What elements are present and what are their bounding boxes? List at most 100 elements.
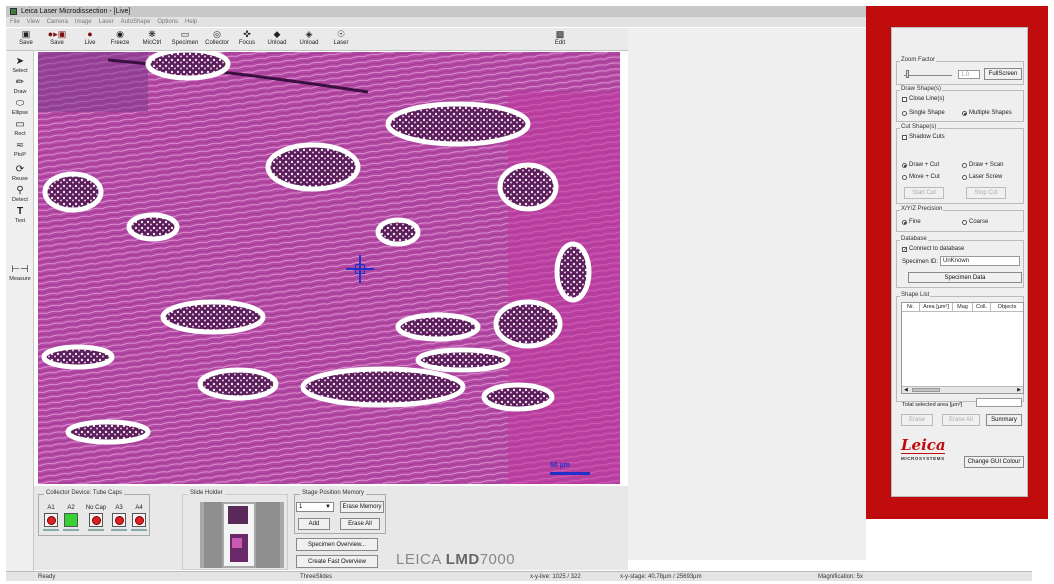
live-dot-icon: ● [87, 29, 93, 39]
tool-draw[interactable]: ✏ Draw [6, 78, 34, 96]
freeze-button[interactable]: ◉ Freeze [108, 29, 132, 50]
record-save-icon: ●▸▣ [47, 29, 67, 39]
tool-measure[interactable]: ⊢⊣ Measure [6, 265, 34, 283]
fine-precision-radio[interactable]: Fine [902, 219, 921, 225]
collector-button[interactable]: ◎ Collector [202, 29, 232, 50]
erase-memory-button[interactable]: Erase Memory [340, 501, 384, 513]
stage-memory-title: Stage Position Memory [300, 490, 367, 496]
slide-holder-image[interactable] [200, 502, 284, 568]
multiple-shapes-radio[interactable]: Multiple Shapes [962, 110, 1012, 116]
column-nr[interactable]: Nr. [902, 303, 920, 311]
coarse-precision-radio[interactable]: Coarse [962, 219, 988, 225]
start-cut-button[interactable]: Start Cut [904, 187, 944, 199]
stop-cut-button[interactable]: Stop Cut [966, 187, 1006, 199]
change-gui-colour-button[interactable]: Change GUI Colour [964, 456, 1024, 468]
zoom-value-field[interactable]: 1.0 [958, 70, 980, 79]
focus-icon: ✜ [243, 29, 251, 39]
zoom-slider-thumb[interactable] [906, 70, 909, 78]
focus-button[interactable]: ✜ Focus [236, 29, 258, 50]
specimen-data-button[interactable]: Specimen Data [908, 272, 1022, 283]
menu-view[interactable]: View [27, 19, 40, 25]
edit-label: Edit [554, 40, 566, 46]
live-image-viewer[interactable]: 50 µm [38, 52, 620, 484]
save-recording-button[interactable]: ●▸▣ Save [44, 29, 70, 50]
menu-options[interactable]: Options [157, 19, 178, 25]
microscope-control-icon: ❋ [148, 29, 156, 39]
scroll-thumb[interactable] [912, 388, 940, 392]
specimen-overview-button[interactable]: Specimen Overview... [296, 538, 378, 551]
live-button[interactable]: ● Live [80, 29, 100, 50]
create-fast-overview-button[interactable]: Create Fast Overview [296, 555, 378, 568]
status-bar: Ready ThreeSlides x-y-live: 1025 / 322 x… [6, 571, 1032, 581]
tool-ptop[interactable]: ≂ PtoP [6, 141, 34, 159]
menu-camera[interactable]: Camera [47, 19, 68, 25]
tool-text[interactable]: T Text [6, 206, 34, 225]
column-area[interactable]: Area [µm²] [920, 303, 953, 311]
menu-help[interactable]: Help [185, 19, 197, 25]
tool-select[interactable]: ➤ Select [6, 56, 34, 75]
tool-detect[interactable]: ⚲ Detect [6, 186, 34, 204]
specimen-id-field[interactable]: UnKnown [940, 256, 1020, 266]
add-position-button[interactable]: Add [298, 518, 330, 530]
draw-cut-radio[interactable]: Draw + Cut [902, 162, 939, 168]
save-label: Save [19, 40, 33, 46]
menu-autoshape[interactable]: AutoShape [121, 19, 151, 25]
laser-screw-radio[interactable]: Laser Screw [962, 174, 1002, 180]
close-lines-label: Close Line(s) [909, 96, 945, 102]
collector-slot-no-cap[interactable]: No Cap [85, 505, 107, 531]
tool-rect[interactable]: ▭ Rect [6, 120, 34, 138]
laser-button[interactable]: ☉ Laser [330, 29, 352, 50]
unload-button[interactable]: ◆ Unload [264, 29, 290, 50]
column-coll[interactable]: Coll. [973, 303, 991, 311]
menu-image[interactable]: Image [75, 19, 92, 25]
unload-2-button[interactable]: ◈ Unload [296, 29, 322, 50]
erase-shape-button[interactable]: Erase [901, 414, 933, 426]
menu-file[interactable]: File [10, 19, 20, 25]
fullscreen-button[interactable]: FullScreen [984, 68, 1022, 80]
collector-slot-a3[interactable]: A3 [111, 505, 127, 531]
draw-scan-radio[interactable]: Draw + Scan [962, 162, 1004, 168]
menu-laser[interactable]: Laser [99, 19, 114, 25]
floppy-icon: ▣ [21, 29, 31, 39]
leica-lmd-brand: LEICA LMD7000 [396, 551, 515, 568]
zoom-slider[interactable] [904, 75, 952, 76]
red-cap-icon [114, 515, 124, 525]
horizontal-scrollbar[interactable]: ◀ ▶ [902, 386, 1023, 393]
erase-all-shapes-button[interactable]: Erase All [942, 414, 980, 426]
ellipse-icon: ⬭ [15, 98, 25, 109]
collector-slot-a1[interactable]: A1 [43, 505, 59, 531]
close-lines-checkbox[interactable]: Close Line(s) [902, 96, 944, 102]
single-shape-label: Single Shape [909, 110, 945, 116]
brand-maker: LEICA [396, 551, 442, 568]
move-cut-radio[interactable]: Move + Cut [902, 174, 940, 180]
stage-memory-select[interactable]: 1 ▼ [296, 502, 334, 512]
status-xy-stage: x-y-stage: 40,78µm / 25693µm [620, 574, 702, 580]
collector-device-title: Collector Device: Tube Caps [44, 490, 125, 496]
summary-button[interactable]: Summary [986, 414, 1022, 426]
tool-reuse[interactable]: ⟳ Reuse [6, 165, 34, 183]
scroll-left-icon[interactable]: ◀ [904, 387, 908, 393]
column-objects[interactable]: Objects [991, 303, 1023, 311]
connect-database-checkbox[interactable]: ✓ Connect to database [902, 246, 964, 252]
micctrl-button[interactable]: ❋ MicCtrl [138, 29, 166, 50]
crosshair-cursor [346, 255, 374, 283]
status-slides: ThreeSlides [300, 574, 333, 580]
edit-button[interactable]: ▩ Edit [550, 29, 570, 50]
column-mag[interactable]: Mag [953, 303, 973, 311]
tool-ellipse[interactable]: ⬭ Ellipse [6, 98, 34, 117]
shadow-cuts-checkbox[interactable]: Shadow Cuts [902, 134, 945, 140]
single-shape-radio[interactable]: Single Shape [902, 110, 945, 116]
status-xy-live: x-y-live: 1025 / 322 [530, 574, 581, 580]
specimen-button[interactable]: ▭ Specimen [170, 29, 200, 50]
scroll-right-icon[interactable]: ▶ [1017, 387, 1021, 393]
collector-slot-a4[interactable]: A4 [131, 505, 147, 531]
erase-all-positions-button[interactable]: Erase All [340, 518, 380, 530]
shape-list-table[interactable]: Nr. Area [µm²] Mag Coll. Objects ◀ ▶ [901, 302, 1024, 394]
red-cap-icon [134, 515, 144, 525]
save-button[interactable]: ▣ Save [16, 29, 36, 50]
radio-selected-icon [962, 110, 967, 116]
slide-holder-title: Slide Holder [188, 490, 225, 496]
collector-slot-a2[interactable]: A2 [63, 505, 79, 531]
arrow-cursor-icon: ➤ [15, 56, 25, 67]
text-tool-icon: T [16, 206, 24, 217]
